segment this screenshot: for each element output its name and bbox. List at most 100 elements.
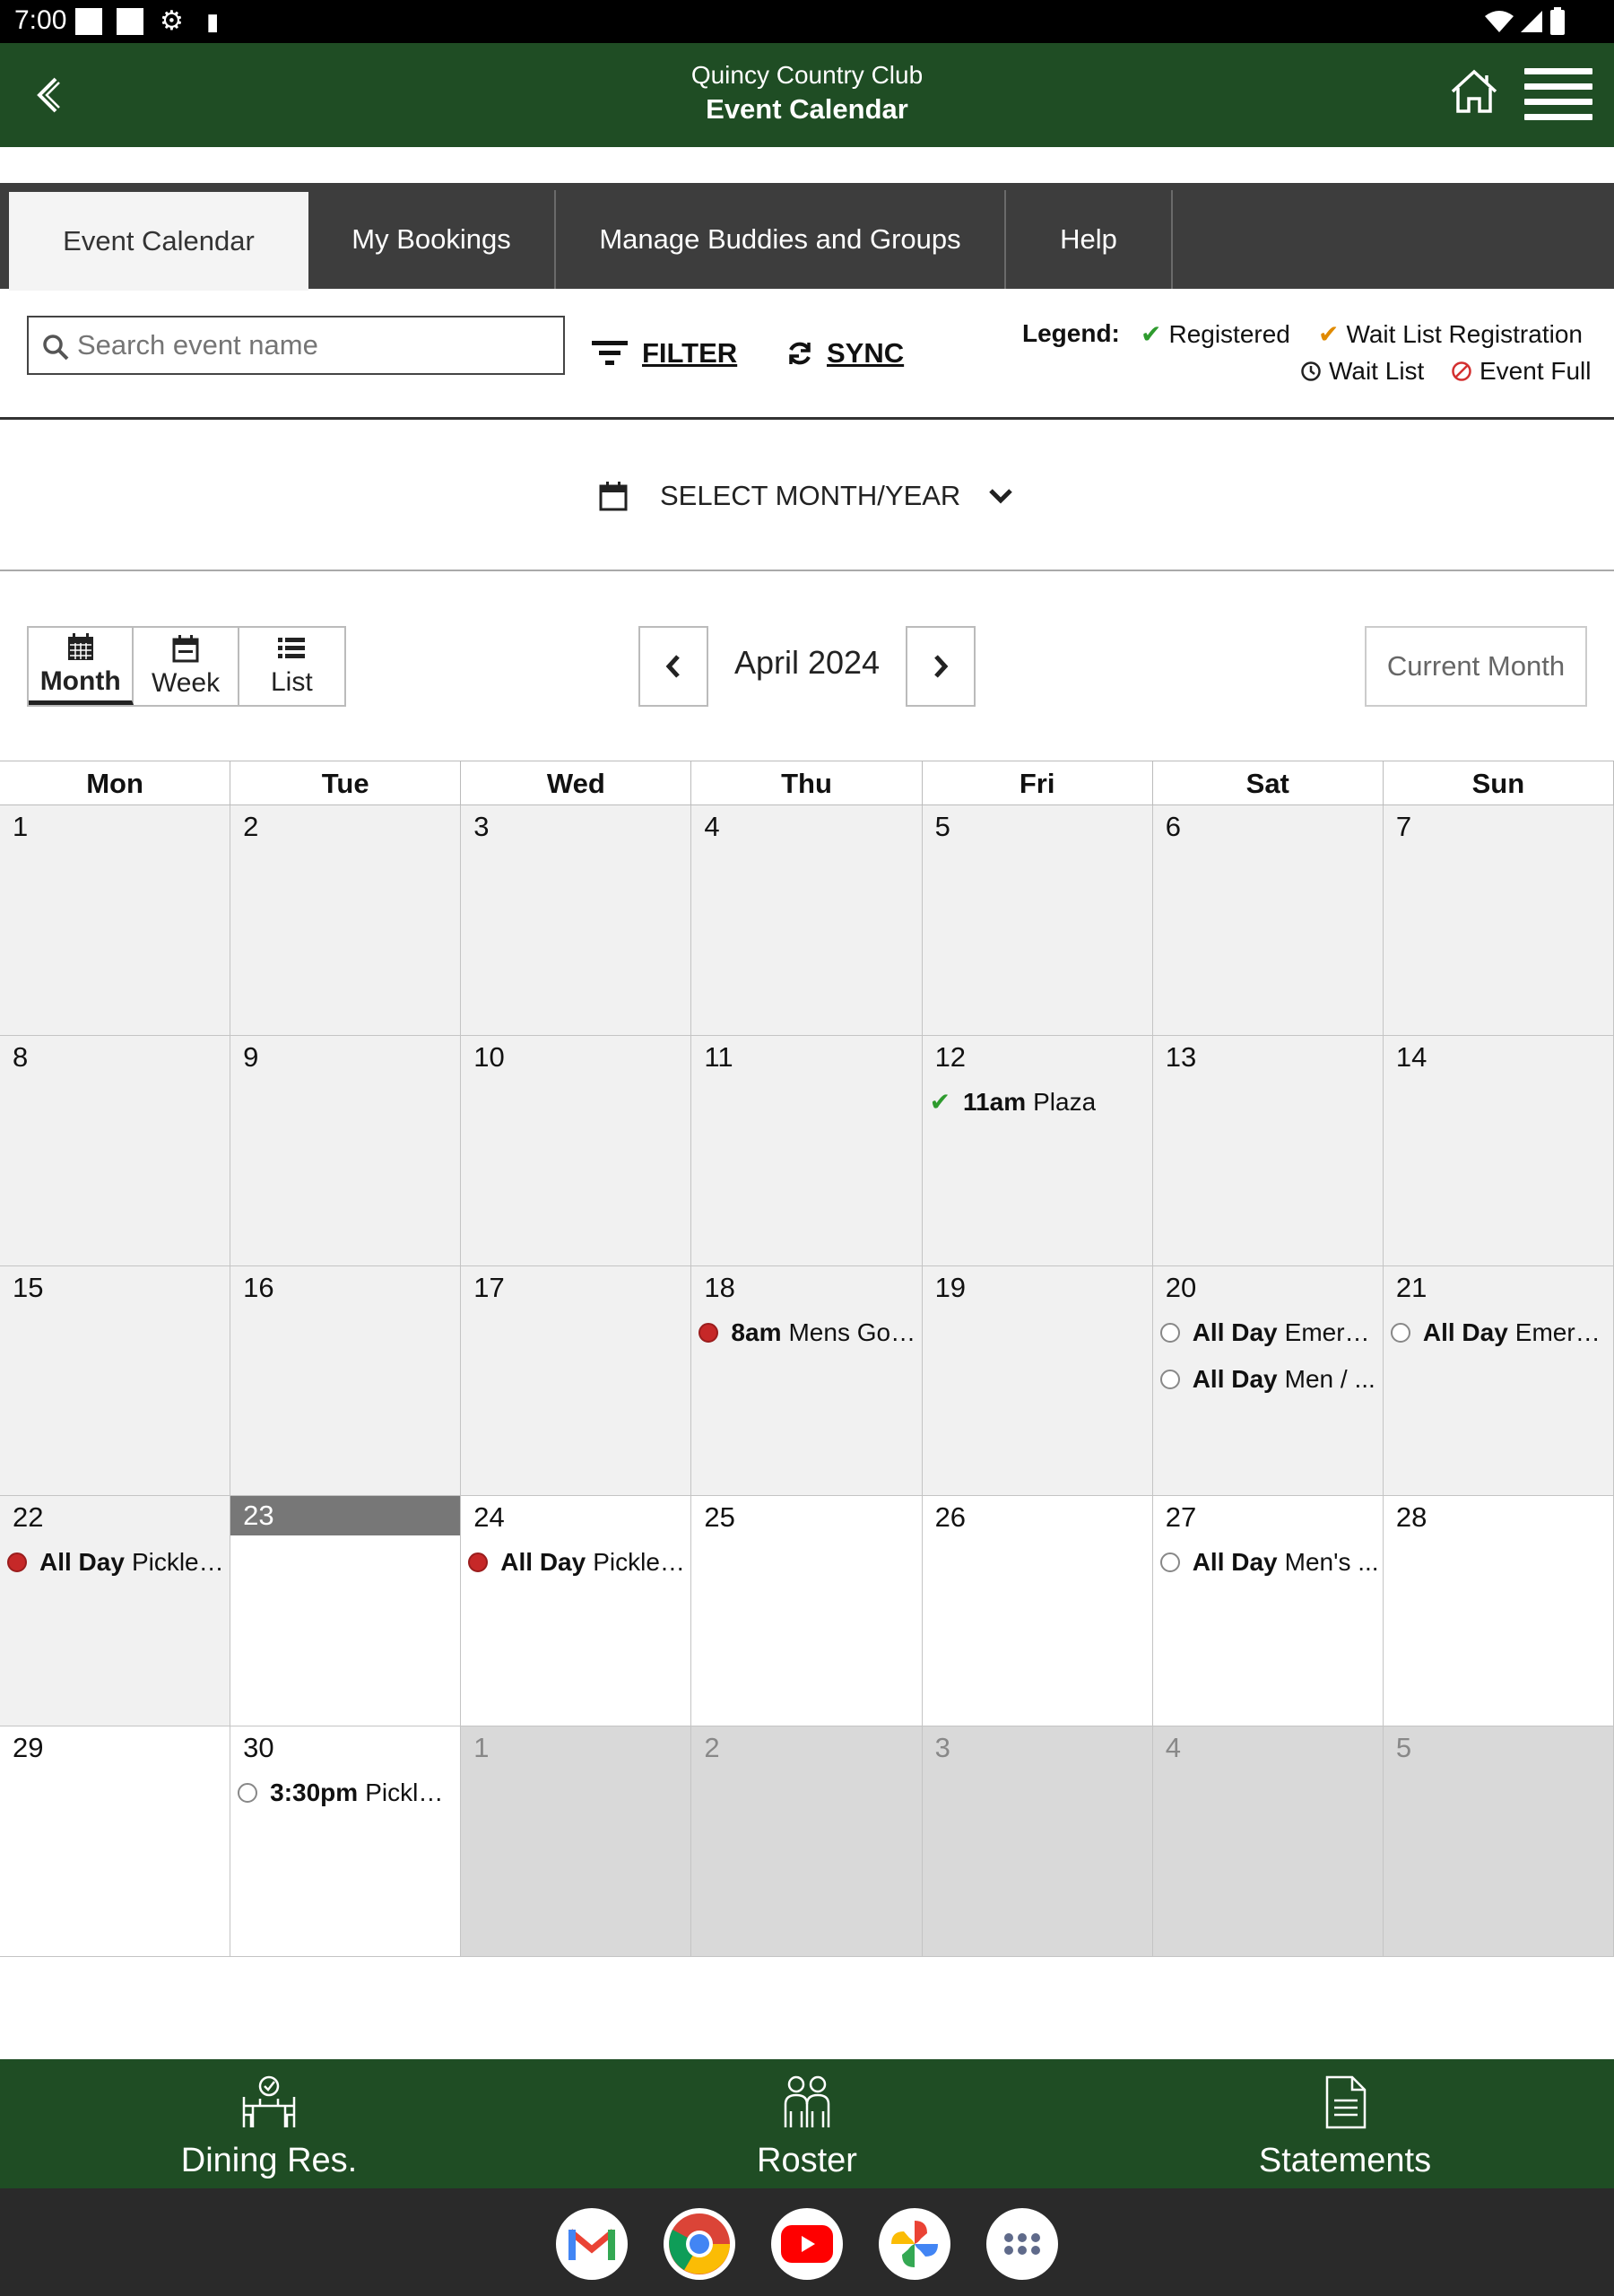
month-year-select[interactable]: SELECT MONTH/YEAR bbox=[599, 474, 1014, 518]
tab-my-bookings[interactable]: My Bookings bbox=[308, 190, 556, 289]
bottom-nav-roster-label: Roster bbox=[757, 2142, 857, 2179]
status-time: 7:00 bbox=[14, 5, 67, 35]
previous-month-button[interactable] bbox=[638, 626, 708, 707]
sd-card-icon: ▮ bbox=[206, 8, 220, 35]
calendar-day-cell[interactable]: 25 bbox=[691, 1496, 923, 1727]
calendar-day-cell[interactable]: 1 bbox=[0, 805, 231, 1036]
day-number: 23 bbox=[243, 1500, 274, 1532]
check-icon: ✔ bbox=[1318, 320, 1340, 348]
current-month-button[interactable]: Current Month bbox=[1365, 626, 1587, 707]
notification-icon bbox=[117, 8, 143, 35]
chevron-down-icon bbox=[989, 489, 1013, 504]
calendar-icon bbox=[599, 482, 628, 511]
home-icon[interactable] bbox=[1447, 65, 1501, 118]
day-number: 7 bbox=[1395, 811, 1412, 842]
event-time: All Day bbox=[500, 1548, 586, 1577]
calendar-event[interactable]: All Day Men / ... bbox=[1159, 1361, 1379, 1397]
view-month-button[interactable]: Month bbox=[29, 628, 134, 705]
day-number: 13 bbox=[1165, 1040, 1197, 1073]
tab-help[interactable]: Help bbox=[1006, 190, 1173, 289]
gmail-icon[interactable] bbox=[556, 2208, 628, 2280]
calendar-day-cell[interactable]: 4 bbox=[691, 805, 923, 1036]
day-of-week-header: Sun bbox=[1383, 761, 1614, 805]
calendar-day-cell[interactable]: 15 bbox=[0, 1265, 231, 1497]
battery-icon bbox=[1550, 7, 1565, 35]
calendar-day-cell[interactable]: 27 All Day Men's ... bbox=[1152, 1496, 1384, 1727]
day-number: 10 bbox=[473, 1040, 505, 1073]
calendar-day-cell[interactable]: 9 bbox=[230, 1035, 462, 1266]
calendar-event[interactable]: All Day Pickleb... bbox=[7, 1544, 226, 1580]
bottom-nav-roster[interactable]: Roster bbox=[628, 2059, 986, 2188]
youtube-icon[interactable] bbox=[771, 2208, 843, 2280]
calendar-day-cell[interactable]: 3 bbox=[461, 805, 692, 1036]
calendar-event[interactable]: All Day Pickleb... bbox=[468, 1544, 687, 1580]
filter-label: FILTER bbox=[642, 337, 738, 369]
calendar-day-cell[interactable]: 23 bbox=[230, 1496, 462, 1727]
calendar-event[interactable]: All Day Men's ... bbox=[1159, 1544, 1379, 1580]
filter-icon bbox=[592, 341, 628, 365]
calendar-day-cell[interactable]: 2 bbox=[230, 805, 462, 1036]
calendar-event[interactable]: All Day Emery ... bbox=[1390, 1315, 1610, 1351]
calendar-day-cell[interactable]: 11 bbox=[691, 1035, 923, 1266]
hamburger-menu-icon[interactable] bbox=[1524, 68, 1592, 122]
calendar-day-cell[interactable]: 4 bbox=[1152, 1726, 1384, 1957]
calendar-day-cell[interactable]: 17 bbox=[461, 1265, 692, 1497]
event-open-dot-icon bbox=[1159, 1322, 1180, 1343]
sync-button[interactable]: SYNC bbox=[785, 326, 904, 380]
calendar-day-cell[interactable]: 1 bbox=[461, 1726, 692, 1957]
legend-title: Legend: bbox=[1022, 319, 1120, 347]
prohibited-icon bbox=[1452, 361, 1471, 381]
day-number: 5 bbox=[934, 811, 950, 842]
view-week-button[interactable]: Week bbox=[134, 628, 239, 705]
calendar-day-cell[interactable]: 10 bbox=[461, 1035, 692, 1266]
photos-icon[interactable] bbox=[879, 2208, 950, 2280]
filter-button[interactable]: FILTER bbox=[590, 326, 737, 380]
wifi-icon bbox=[1485, 11, 1514, 32]
legend-event-full-label: Event Full bbox=[1480, 357, 1592, 385]
bottom-nav-dining[interactable]: Dining Res. bbox=[90, 2059, 448, 2188]
calendar-day-cell[interactable]: 28 bbox=[1383, 1496, 1614, 1727]
app-drawer-icon[interactable] bbox=[986, 2208, 1058, 2280]
calendar-event[interactable]: ✔ 11am Plaza bbox=[930, 1084, 1149, 1120]
calendar-day-cell[interactable]: 20 All Day Emery ... All Day Men / ... bbox=[1152, 1265, 1384, 1497]
search-input[interactable] bbox=[77, 319, 552, 371]
calendar-event[interactable]: 3:30pmPickleb... bbox=[238, 1775, 456, 1811]
calendar-day-cell[interactable]: 24 All Day Pickleb... bbox=[461, 1496, 692, 1727]
chrome-icon[interactable] bbox=[664, 2208, 735, 2280]
tab-event-calendar[interactable]: Event Calendar bbox=[9, 192, 308, 291]
calendar-day-cell[interactable]: 2 bbox=[691, 1726, 923, 1957]
event-name: Mens Golf... bbox=[788, 1318, 918, 1346]
calendar-day-cell[interactable]: 21 All Day Emery ... bbox=[1383, 1265, 1614, 1497]
calendar-day-cell[interactable]: 3 bbox=[922, 1726, 1153, 1957]
calendar-day-cell[interactable]: 26 bbox=[922, 1496, 1153, 1727]
search-icon bbox=[43, 335, 69, 361]
calendar-day-cell[interactable]: 6 bbox=[1152, 805, 1384, 1036]
view-list-button[interactable]: List bbox=[239, 628, 344, 705]
legend-wait-list-registration: ✔ Wait List Registration bbox=[1318, 319, 1583, 349]
legend-wait-list: Wait List bbox=[1300, 357, 1424, 386]
calendar-day-cell[interactable]: 13 bbox=[1152, 1035, 1384, 1266]
calendar-day-cell[interactable]: 19 bbox=[922, 1265, 1153, 1497]
check-icon: ✔ bbox=[1141, 320, 1162, 348]
calendar-day-cell[interactable]: 7 bbox=[1383, 805, 1614, 1036]
event-name: Plaza bbox=[1033, 1087, 1097, 1116]
calendar-day-cell[interactable]: 29 bbox=[0, 1726, 231, 1957]
calendar-day-cell[interactable]: 16 bbox=[230, 1265, 462, 1497]
calendar-day-cell[interactable]: 5 bbox=[922, 805, 1153, 1036]
tab-manage-buddies[interactable]: Manage Buddies and Groups bbox=[556, 190, 1006, 289]
calendar-day-cell[interactable]: 30 3:30pmPickleb... bbox=[230, 1726, 462, 1957]
next-month-button[interactable] bbox=[906, 626, 976, 707]
sync-icon bbox=[789, 342, 811, 365]
calendar-day-cell[interactable]: 22 All Day Pickleb... bbox=[0, 1496, 231, 1727]
calendar-day-cell[interactable]: 12 ✔ 11am Plaza bbox=[922, 1035, 1153, 1266]
calendar-day-cell[interactable]: 14 bbox=[1383, 1035, 1614, 1266]
calendar-day-cell[interactable]: 5 bbox=[1383, 1726, 1614, 1957]
day-number: 11 bbox=[704, 1040, 733, 1073]
day-number: 3 bbox=[934, 1732, 950, 1764]
bottom-nav-statements[interactable]: Statements bbox=[1166, 2059, 1524, 2188]
calendar-event[interactable]: 8am Mens Golf... bbox=[699, 1315, 918, 1351]
calendar-event[interactable]: All Day Emery ... bbox=[1159, 1315, 1379, 1351]
event-full-dot-icon bbox=[468, 1552, 489, 1573]
calendar-day-cell[interactable]: 8 bbox=[0, 1035, 231, 1266]
calendar-day-cell[interactable]: 18 8am Mens Golf... bbox=[691, 1265, 923, 1497]
